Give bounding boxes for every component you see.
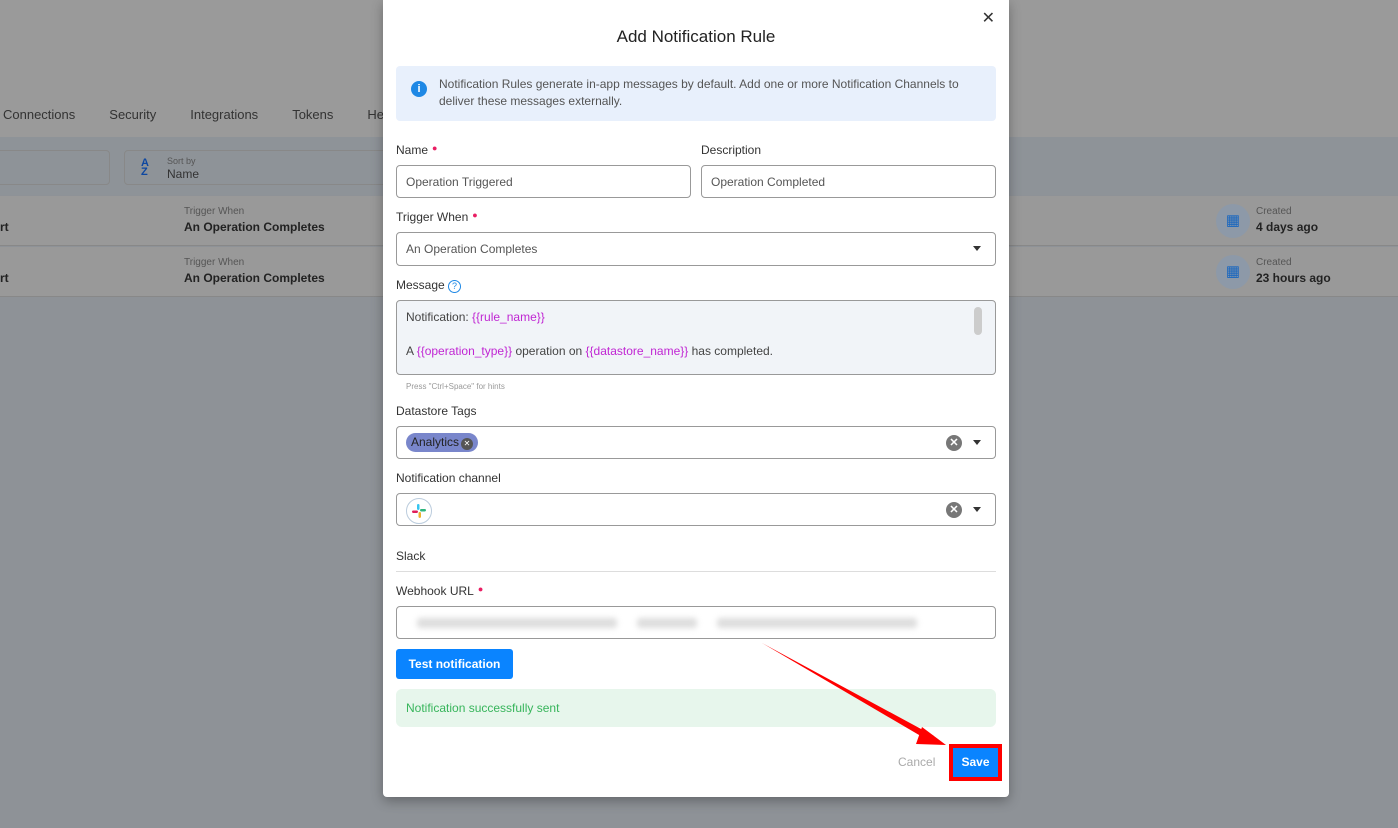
chevron-down-icon[interactable] <box>973 440 981 445</box>
tags-select[interactable]: Analytics ✕ ✕ <box>396 426 996 459</box>
sort-select[interactable]: AZ Sort by Name <box>124 150 394 185</box>
sort-label: Sort by <box>167 156 196 166</box>
chevron-down-icon <box>973 246 981 251</box>
description-field[interactable]: Operation Completed <box>701 165 996 198</box>
search-input[interactable] <box>0 150 110 185</box>
editor-hint: Press "Ctrl+Space" for hints <box>406 382 505 391</box>
tab-integrations[interactable]: Integrations <box>190 107 258 122</box>
trigger-label: Trigger When ● <box>396 210 478 224</box>
divider <box>396 571 996 572</box>
name-field[interactable]: Operation Triggered <box>396 165 691 198</box>
webhook-url-field[interactable] <box>396 606 996 639</box>
trigger-label: Trigger When <box>184 206 245 217</box>
sort-value: Name <box>167 167 200 181</box>
scrollbar[interactable] <box>974 307 982 335</box>
cancel-button[interactable]: Cancel <box>898 755 935 769</box>
clear-icon[interactable]: ✕ <box>946 435 962 451</box>
info-text: Notification Rules generate in-app messa… <box>439 77 959 108</box>
info-icon: i <box>411 81 427 97</box>
tab-connections[interactable]: Connections <box>3 107 75 122</box>
message-editor[interactable]: Notification: {{rule_name}} A {{operatio… <box>396 300 996 375</box>
description-label: Description <box>701 143 762 157</box>
dialog-title: Add Notification Rule <box>616 27 776 46</box>
trigger-value: An Operation Completes <box>184 220 325 234</box>
message-label: Message ? <box>396 278 462 293</box>
tab-security[interactable]: Security <box>109 107 156 122</box>
channel-label: Notification channel <box>396 471 501 485</box>
help-icon[interactable]: ? <box>448 280 462 293</box>
sort-az-icon: AZ <box>141 157 149 178</box>
add-notification-rule-dialog: ✕ Add Notification Rule i Notification R… <box>383 0 1009 797</box>
success-alert: Notification successfully sent <box>396 689 996 727</box>
remove-tag-icon[interactable]: ✕ <box>461 438 474 450</box>
calendar-icon: ▦ <box>1216 255 1250 289</box>
clear-icon[interactable]: ✕ <box>946 502 962 518</box>
close-icon[interactable]: ✕ <box>982 8 995 28</box>
created-value: 4 days ago <box>1256 220 1319 234</box>
slack-icon <box>406 498 432 524</box>
trigger-select[interactable]: An Operation Completes <box>396 232 996 266</box>
calendar-icon: ▦ <box>1216 204 1250 238</box>
rule-name: rt <box>0 271 9 285</box>
created-label: Created <box>1256 257 1292 268</box>
name-label: Name ● <box>396 143 438 157</box>
test-notification-button[interactable]: Test notification <box>396 649 513 679</box>
chevron-down-icon[interactable] <box>973 507 981 512</box>
info-banner: i Notification Rules generate in-app mes… <box>396 66 996 121</box>
save-button[interactable]: Save <box>953 748 998 777</box>
created-label: Created <box>1256 206 1292 217</box>
trigger-label: Trigger When <box>184 257 245 268</box>
settings-tabs: Connections Security Integrations Tokens… <box>3 107 425 122</box>
webhook-label: Webhook URL ● <box>396 584 484 598</box>
tags-label: Datastore Tags <box>396 404 477 418</box>
created-value: 23 hours ago <box>1256 271 1331 285</box>
tag-chip: Analytics ✕ <box>406 433 479 452</box>
tab-tokens[interactable]: Tokens <box>292 107 333 122</box>
rule-name: rt <box>0 220 9 234</box>
trigger-value: An Operation Completes <box>184 271 325 285</box>
channel-select[interactable]: ✕ <box>396 493 996 526</box>
slack-section-title: Slack <box>396 549 426 563</box>
